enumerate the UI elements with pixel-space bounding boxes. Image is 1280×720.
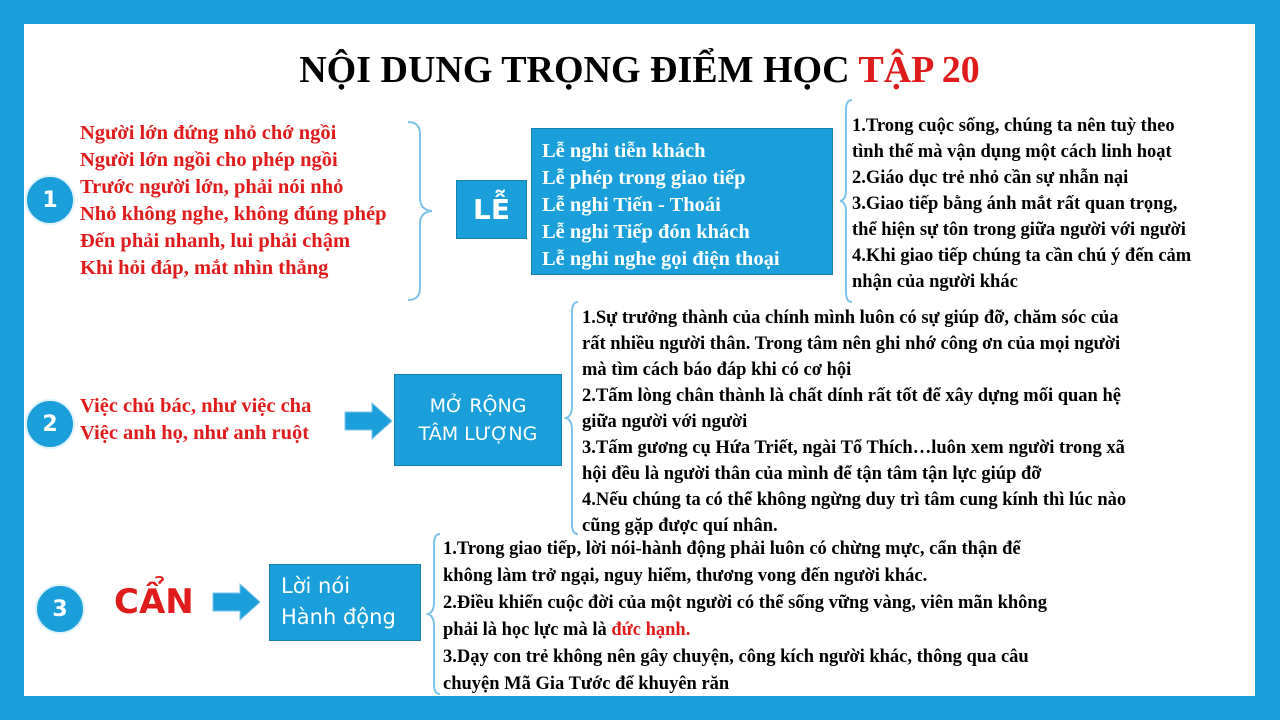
le-item: Lễ phép trong giao tiếp	[542, 167, 746, 189]
rule-line: Người lớn đứng nhỏ chớ ngồi	[80, 122, 337, 144]
topic-line: Lời nói	[281, 574, 351, 598]
note-line: 1.Trong cuộc sống, chúng ta nên tuỳ theo	[852, 116, 1175, 136]
note-line: thể hiện sự tôn trong giữa người với ngư…	[852, 220, 1186, 240]
note-line: 4.Nếu chúng ta có thể không ngừng duy tr…	[582, 490, 1127, 510]
le-item: Lễ nghi nghe gọi điện thoại	[542, 248, 780, 270]
note-line: 4.Khi giao tiếp chúng ta cần chú ý đến c…	[852, 246, 1192, 266]
section-1-number: 1	[25, 175, 75, 225]
right-arrow-icon	[344, 402, 393, 440]
section-3-number: 3	[35, 584, 85, 634]
note-line: không làm trở ngại, nguy hiểm, thương vo…	[443, 566, 928, 586]
section-3-notes: 1.Trong giao tiếp, lời nói-hành động phả…	[443, 536, 1047, 698]
le-item: Lễ nghi tiễn khách	[542, 140, 706, 162]
topic-le-box: LỄ	[456, 180, 527, 239]
topic-mo-rong-box: MỞ RỘNG TÂM LƯỢNG	[394, 374, 562, 466]
note-line: nhận của người khác	[852, 272, 1018, 292]
section-2-notes: 1.Sự trưởng thành của chính mình luôn có…	[582, 305, 1126, 539]
section-1-rules: Người lớn đứng nhỏ chớ ngồi Người lớn ng…	[80, 120, 387, 282]
le-item: Lễ nghi Tiếp đón khách	[542, 221, 750, 243]
rule-line: Đến phải nhanh, lui phải chậm	[80, 230, 351, 252]
note-line: chuyện Mã Gia Tước để khuyên răn	[443, 674, 730, 694]
topic-line: TÂM LƯỢNG	[418, 423, 538, 445]
note-text: phải là học lực mà là	[443, 620, 612, 640]
rule-line: Người lớn ngồi cho phép ngồi	[80, 149, 338, 171]
section-2-number: 2	[25, 399, 75, 449]
section-2-rules: Việc chú bác, như việc cha Việc anh họ, …	[80, 393, 311, 447]
note-highlight: đức hạnh.	[611, 620, 691, 640]
note-line: 2.Điều khiển cuộc đời của một người có t…	[443, 593, 1047, 613]
note-line: rất nhiều người thân. Trong tâm nên ghi …	[582, 334, 1121, 354]
note-line: 2.Tấm lòng chân thành là chất dính rất t…	[582, 386, 1121, 406]
rule-line: Việc chú bác, như việc cha	[80, 395, 312, 417]
note-line: 1.Trong giao tiếp, lời nói-hành động phả…	[443, 539, 1021, 559]
topic-line: MỞ RỘNG	[429, 395, 527, 417]
curly-bracket-icon	[564, 301, 579, 535]
rule-line: Trước người lớn, phải nói nhỏ	[80, 176, 344, 198]
rule-line: Khi hỏi đáp, mắt nhìn thẳng	[80, 257, 329, 279]
right-arrow-icon	[212, 583, 261, 621]
topic-loi-noi-box: Lời nói Hành động	[269, 564, 421, 641]
note-line: 3.Dạy con trẻ không nên gây chuyện, công…	[443, 647, 1029, 667]
note-line: giữa người với người	[582, 412, 748, 432]
note-line: hội đều là người thân của mình để tận tâ…	[582, 464, 1042, 484]
note-line: 2.Giáo dục trẻ nhỏ cần sự nhẫn nại	[852, 168, 1129, 188]
rule-line: Việc anh họ, như anh ruột	[80, 422, 310, 444]
title-main: NỘI DUNG TRỌNG ĐIỂM HỌC	[299, 49, 859, 91]
title-highlight: TẬP 20	[858, 49, 980, 91]
note-line: phải là học lực mà là đức hạnh.	[443, 617, 1047, 644]
le-item: Lễ nghi Tiến - Thoái	[542, 194, 721, 216]
note-line: mà tìm cách báo đáp khi có cơ hội	[582, 360, 852, 380]
rule-line: Nhỏ không nghe, không đúng phép	[80, 203, 387, 225]
le-items-box: Lễ nghi tiễn khách Lễ phép trong giao ti…	[531, 128, 833, 275]
note-line: 3.Tấm gương cụ Hứa Triết, ngài Tổ Thích……	[582, 438, 1125, 458]
section-3-keyword: CẨN	[114, 582, 194, 622]
slide: NỘI DUNG TRỌNG ĐIỂM HỌC TẬP 20 1 Người l…	[24, 24, 1255, 696]
section-1-notes: 1.Trong cuộc sống, chúng ta nên tuỳ theo…	[852, 113, 1191, 295]
topic-line: Hành động	[281, 605, 396, 629]
curly-bracket-icon	[407, 121, 433, 301]
note-line: tình thế mà vận dụng một cách linh hoạt	[852, 142, 1172, 162]
curly-bracket-icon	[426, 533, 441, 695]
note-line: 1.Sự trưởng thành của chính mình luôn có…	[582, 308, 1119, 328]
note-line: 3.Giao tiếp bằng ánh mắt rất quan trọng,	[852, 194, 1178, 214]
page-title: NỘI DUNG TRỌNG ĐIỂM HỌC TẬP 20	[24, 48, 1255, 92]
